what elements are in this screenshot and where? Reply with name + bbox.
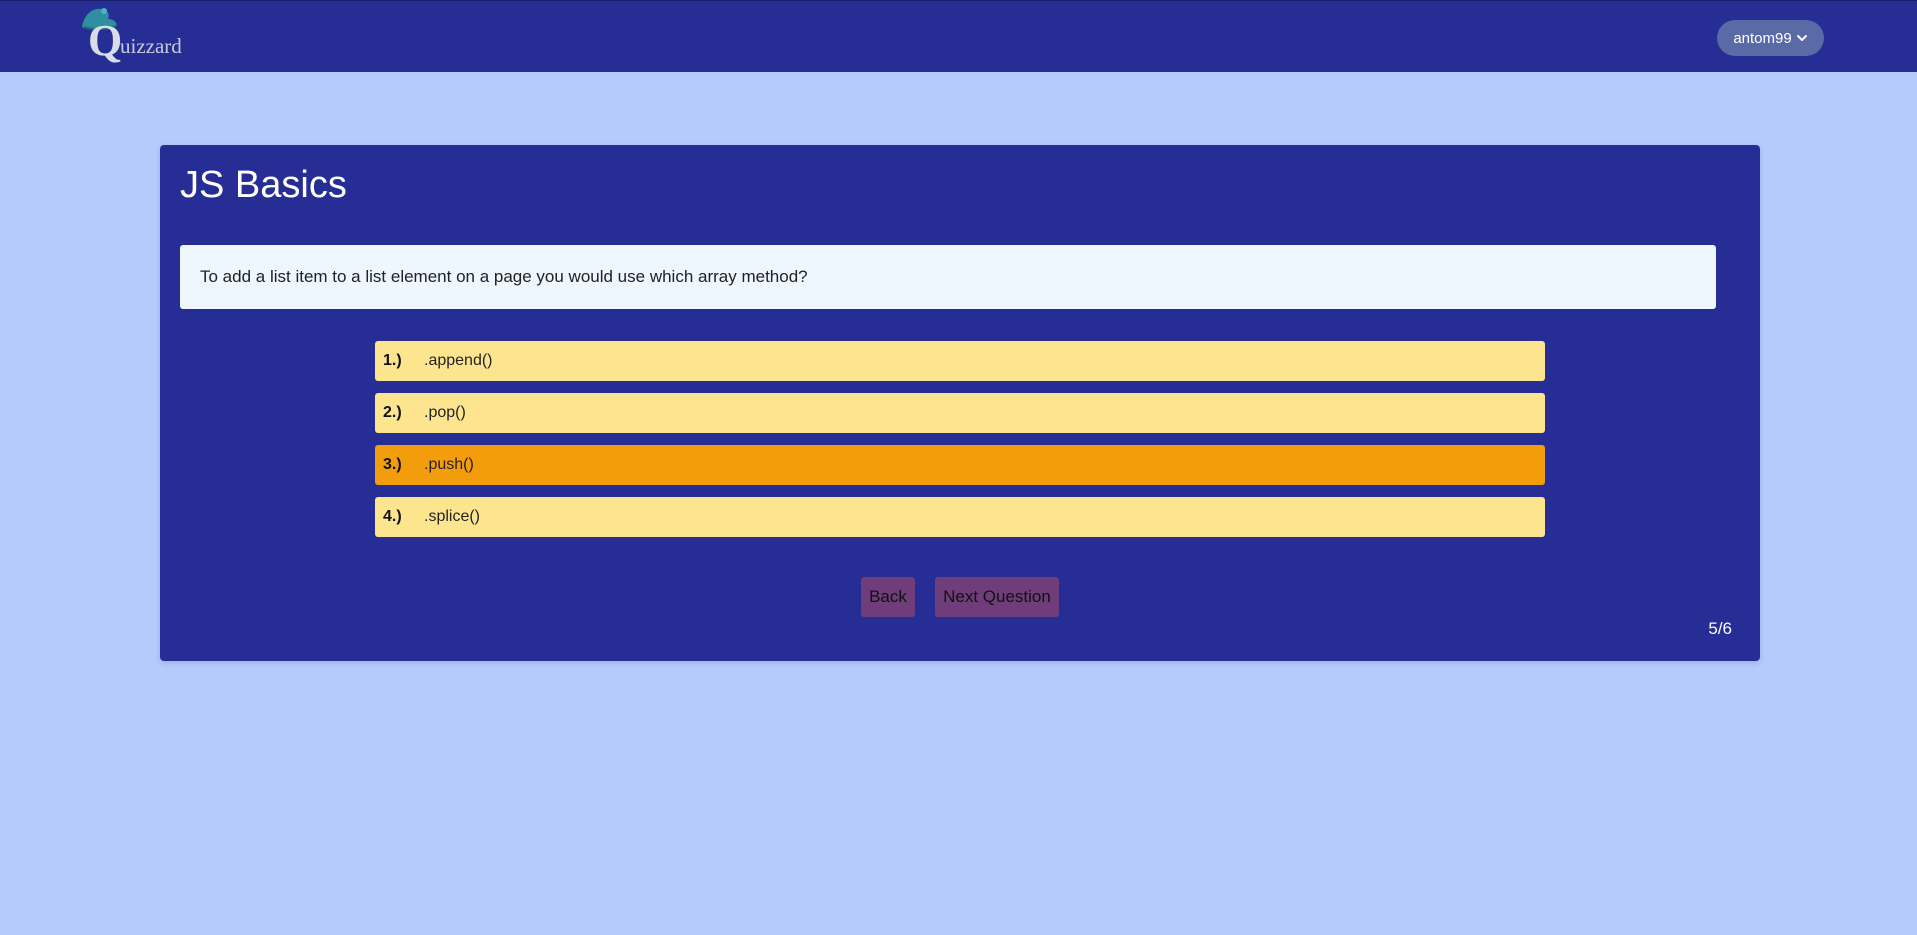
question-box: To add a list item to a list element on … bbox=[180, 245, 1716, 309]
answer-number: 3.) bbox=[383, 456, 402, 473]
chevron-down-icon bbox=[1796, 35, 1807, 41]
username-label: antom99 bbox=[1733, 29, 1792, 47]
navbar: Q uizzard antom99 bbox=[0, 0, 1917, 72]
answer-number: 4.) bbox=[383, 508, 402, 525]
answer-number: 2.) bbox=[383, 404, 402, 421]
user-menu-button[interactable]: antom99 bbox=[1717, 20, 1824, 56]
quizzard-logo[interactable]: Q uizzard bbox=[78, 5, 198, 67]
logo-wordmark: uizzard bbox=[120, 34, 182, 58]
answer-text: .pop() bbox=[424, 404, 466, 421]
answer-option-3[interactable]: 3.) .push() bbox=[375, 445, 1545, 485]
quiz-title: JS Basics bbox=[180, 164, 347, 206]
question-progress: 5/6 bbox=[1708, 619, 1732, 638]
question-text: To add a list item to a list element on … bbox=[200, 267, 808, 286]
answer-option-4[interactable]: 4.) .splice() bbox=[375, 497, 1545, 537]
answer-option-2[interactable]: 2.) .pop() bbox=[375, 393, 1545, 433]
quiz-card: JS Basics To add a list item to a list e… bbox=[160, 145, 1760, 661]
answer-option-1[interactable]: 1.) .append() bbox=[375, 341, 1545, 381]
answer-number: 1.) bbox=[383, 352, 402, 369]
logo-initial: Q bbox=[88, 16, 123, 65]
next-question-button[interactable]: Next Question bbox=[935, 577, 1059, 617]
answer-text: .push() bbox=[424, 456, 474, 473]
answer-text: .splice() bbox=[424, 508, 481, 525]
answer-text: .append() bbox=[424, 352, 493, 369]
answer-list: 1.) .append() 2.) .pop() 3.) .push() 4.)… bbox=[375, 341, 1545, 549]
back-button[interactable]: Back bbox=[861, 577, 915, 617]
